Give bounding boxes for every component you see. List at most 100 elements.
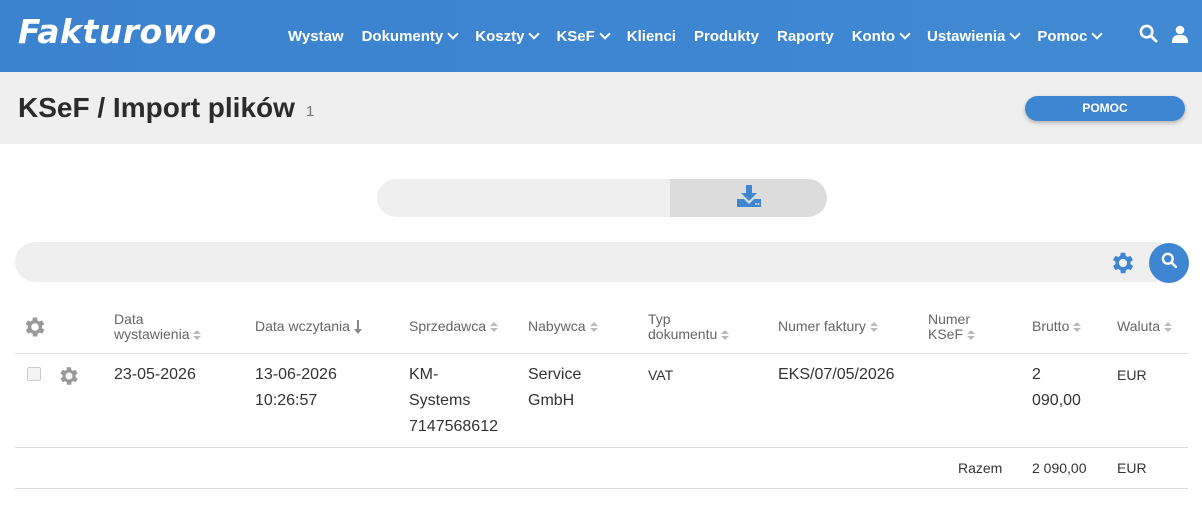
divider <box>15 488 1188 489</box>
cell-line: Service <box>528 366 582 383</box>
header-ksef-number[interactable]: Numer KSeF <box>928 311 976 342</box>
cell-gross: 2 090,00 <box>1032 362 1081 414</box>
cell-doc-type: VAT <box>648 367 674 383</box>
chevron-down-icon <box>528 27 541 40</box>
search-button[interactable] <box>1149 243 1189 283</box>
nav-label: Pomoc <box>1037 27 1088 45</box>
cell-line: 13-06-2026 <box>255 366 337 383</box>
cell-line: 10:26:57 <box>255 392 318 409</box>
top-navigation-bar: Fakturowo Wystaw Dokumenty Koszty KSeF K… <box>0 0 1202 72</box>
footer-total-currency: EUR <box>1117 460 1147 476</box>
cell-date-loaded: 13-06-2026 10:26:57 <box>255 362 337 414</box>
nav-label: Produkty <box>693 27 759 45</box>
footer-total-label: Razem <box>958 460 1003 476</box>
header-doc-type[interactable]: Typ dokumentu <box>648 311 730 342</box>
sort-icon <box>869 321 878 333</box>
cell-invoice-number[interactable]: EKS/07/05/2026 <box>778 362 895 388</box>
cell-buyer: Service GmbH <box>528 362 581 414</box>
header-seller[interactable]: Sprzedawca <box>409 318 499 334</box>
nav-label: Wystaw <box>288 27 344 45</box>
gear-icon[interactable] <box>1109 249 1137 282</box>
page-title: KSeF / Import plików <box>18 92 295 123</box>
header-label: Data <box>114 311 144 327</box>
sort-descending-icon <box>353 320 362 335</box>
cell-line: KM- <box>409 366 439 383</box>
cell-date-issued: 23-05-2026 <box>114 366 196 383</box>
nav-label: Konto <box>851 27 896 45</box>
header-gross[interactable]: Brutto <box>1032 318 1082 334</box>
header-buyer[interactable]: Nabywca <box>528 319 598 334</box>
footer-total-gross: 2 090,00 <box>1032 460 1087 476</box>
header-currency[interactable]: Waluta <box>1117 318 1173 334</box>
title-bar: KSeF / Import plików <box>0 72 1202 144</box>
header-label: Data wczytania <box>255 318 350 334</box>
header-date-issued[interactable]: Data wystawienia <box>114 311 202 342</box>
cell-line: 7147568612 <box>409 418 498 435</box>
top-icons <box>1125 24 1188 43</box>
download-tray-icon <box>736 184 762 213</box>
sort-icon <box>490 321 499 333</box>
row-settings-gear-icon[interactable] <box>57 364 81 393</box>
divider <box>15 353 1188 354</box>
header-date-loaded[interactable]: Data wczytania <box>255 318 362 335</box>
header-label: Numer <box>928 311 971 327</box>
chevron-down-icon <box>1009 27 1022 40</box>
sort-icon <box>589 321 598 333</box>
search-input[interactable] <box>15 242 1175 282</box>
divider <box>15 447 1188 448</box>
header-label: Nabywca <box>528 318 586 334</box>
sort-icon <box>1073 321 1082 333</box>
page-count-badge: 1 <box>306 103 315 120</box>
nav-item-klienci[interactable]: Klienci <box>627 28 676 45</box>
search-icon <box>1161 252 1178 274</box>
nav-item-dokumenty[interactable]: Dokumenty <box>361 27 459 45</box>
header-label: Sprzedawca <box>409 318 487 334</box>
tab-import[interactable] <box>670 179 827 217</box>
header-label: KSeF <box>928 326 964 342</box>
cell-line: Systems <box>409 392 471 409</box>
help-button[interactable]: POMOC <box>1025 96 1185 121</box>
chevron-down-icon <box>599 27 611 40</box>
cell-seller: KM- Systems 7147568612 <box>409 362 498 440</box>
sort-icon <box>967 329 976 341</box>
nav-item-konto[interactable]: Konto <box>851 27 911 45</box>
nav-item-raporty[interactable]: Raporty <box>777 28 834 45</box>
nav-item-pomoc[interactable]: Pomoc <box>1037 27 1104 45</box>
sort-icon <box>721 329 730 341</box>
cell-line: GmbH <box>528 392 575 409</box>
view-toggle <box>377 179 827 217</box>
nav-item-ksef[interactable]: KSeF <box>556 27 611 45</box>
row-checkbox[interactable] <box>27 367 41 381</box>
chevron-down-icon <box>447 27 459 40</box>
search-icon[interactable] <box>1139 24 1158 43</box>
nav-label: Ustawienia <box>927 27 1006 45</box>
cell-currency: EUR <box>1117 367 1147 383</box>
nav-label: Dokumenty <box>361 27 444 45</box>
header-label: Numer faktury <box>778 318 866 334</box>
header-label: Brutto <box>1032 318 1070 334</box>
cell-line: 2 <box>1032 366 1041 383</box>
cell-line: 090,00 <box>1032 392 1081 409</box>
main-nav: Wystaw Dokumenty Koszty KSeF Klienci Pro… <box>288 0 1119 72</box>
tab-list[interactable] <box>377 179 670 217</box>
sort-icon <box>193 329 202 341</box>
column-settings-gear-icon[interactable] <box>22 314 48 345</box>
nav-item-wystaw[interactable]: Wystaw <box>288 28 344 45</box>
nav-label: Koszty <box>475 27 525 45</box>
nav-label: KSeF <box>556 27 595 45</box>
nav-label: Raporty <box>777 27 834 45</box>
nav-item-ustawienia[interactable]: Ustawienia <box>927 27 1022 45</box>
nav-item-koszty[interactable]: Koszty <box>475 27 541 45</box>
header-label: Typ <box>648 311 671 327</box>
nav-item-produkty[interactable]: Produkty <box>694 28 759 45</box>
header-label: wystawienia <box>114 326 190 342</box>
app-logo[interactable]: Fakturowo <box>18 12 217 51</box>
chevron-down-icon <box>1091 27 1104 40</box>
chevron-down-icon <box>899 27 911 40</box>
nav-label: Klienci <box>626 27 676 45</box>
header-label: Waluta <box>1117 318 1161 334</box>
user-icon[interactable] <box>1172 25 1188 43</box>
sort-icon <box>1164 321 1173 333</box>
header-label: dokumentu <box>648 326 718 342</box>
header-invoice-number[interactable]: Numer faktury <box>778 319 878 334</box>
